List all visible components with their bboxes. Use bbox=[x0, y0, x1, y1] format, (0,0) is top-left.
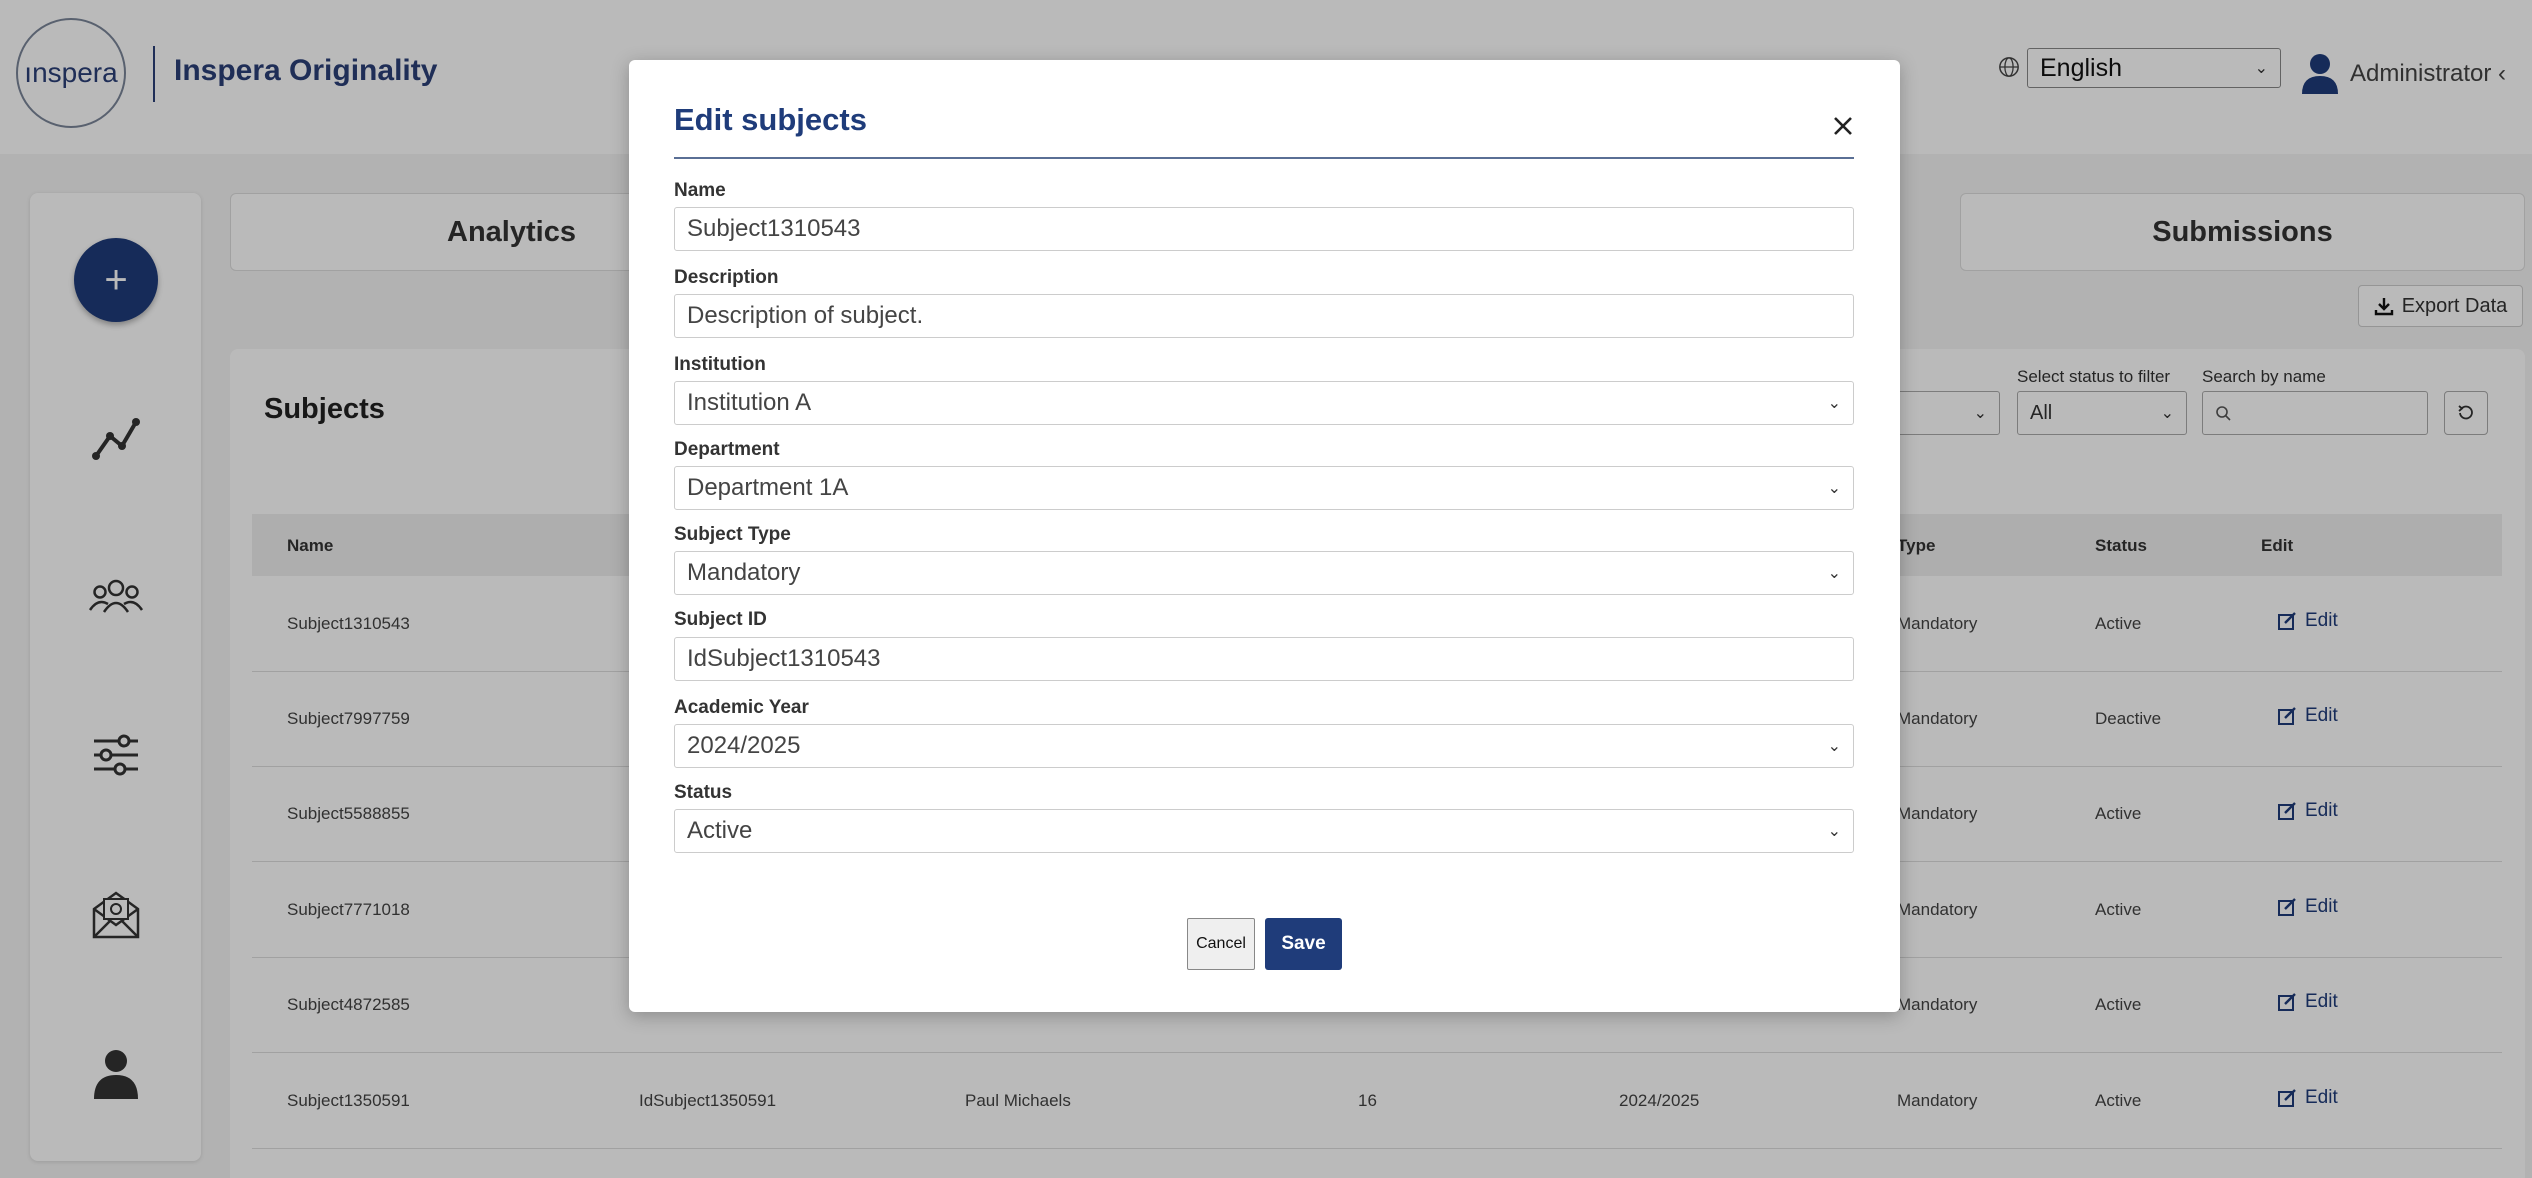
edit-subjects-modal: Edit subjects Name Subject1310543 Descri… bbox=[629, 60, 1900, 1012]
subject-type-select[interactable]: Mandatory ⌄ bbox=[674, 551, 1854, 595]
name-input[interactable]: Subject1310543 bbox=[674, 207, 1854, 251]
close-icon[interactable] bbox=[1829, 112, 1857, 140]
institution-value: Institution A bbox=[687, 389, 812, 416]
academic-year-select[interactable]: 2024/2025 ⌄ bbox=[674, 724, 1854, 768]
status-select[interactable]: Active ⌄ bbox=[674, 809, 1854, 853]
academic-year-label: Academic Year bbox=[674, 697, 809, 718]
subject-id-input[interactable]: IdSubject1310543 bbox=[674, 637, 1854, 681]
description-label: Description bbox=[674, 267, 779, 288]
academic-year-value: 2024/2025 bbox=[687, 732, 801, 759]
institution-label: Institution bbox=[674, 354, 766, 375]
chevron-down-icon: ⌄ bbox=[1827, 738, 1841, 755]
status-value: Active bbox=[687, 817, 753, 844]
modal-divider bbox=[674, 157, 1854, 159]
cancel-button[interactable]: Cancel bbox=[1187, 918, 1255, 970]
name-value: Subject1310543 bbox=[687, 215, 861, 242]
subject-id-label: Subject ID bbox=[674, 609, 767, 630]
chevron-down-icon: ⌄ bbox=[1827, 823, 1841, 840]
department-label: Department bbox=[674, 439, 780, 460]
status-label: Status bbox=[674, 782, 733, 803]
department-select[interactable]: Department 1A ⌄ bbox=[674, 466, 1854, 510]
subject-id-value: IdSubject1310543 bbox=[687, 645, 881, 672]
modal-title: Edit subjects bbox=[674, 102, 867, 137]
department-value: Department 1A bbox=[687, 474, 849, 501]
chevron-down-icon: ⌄ bbox=[1827, 565, 1841, 582]
chevron-down-icon: ⌄ bbox=[1827, 395, 1841, 412]
subject-type-label: Subject Type bbox=[674, 524, 791, 545]
subject-type-value: Mandatory bbox=[687, 559, 801, 586]
institution-select[interactable]: Institution A ⌄ bbox=[674, 381, 1854, 425]
chevron-down-icon: ⌄ bbox=[1827, 480, 1841, 497]
description-input[interactable]: Description of subject. bbox=[674, 294, 1854, 338]
description-value: Description of subject. bbox=[687, 302, 924, 329]
name-label: Name bbox=[674, 180, 726, 201]
save-button[interactable]: Save bbox=[1265, 918, 1342, 970]
